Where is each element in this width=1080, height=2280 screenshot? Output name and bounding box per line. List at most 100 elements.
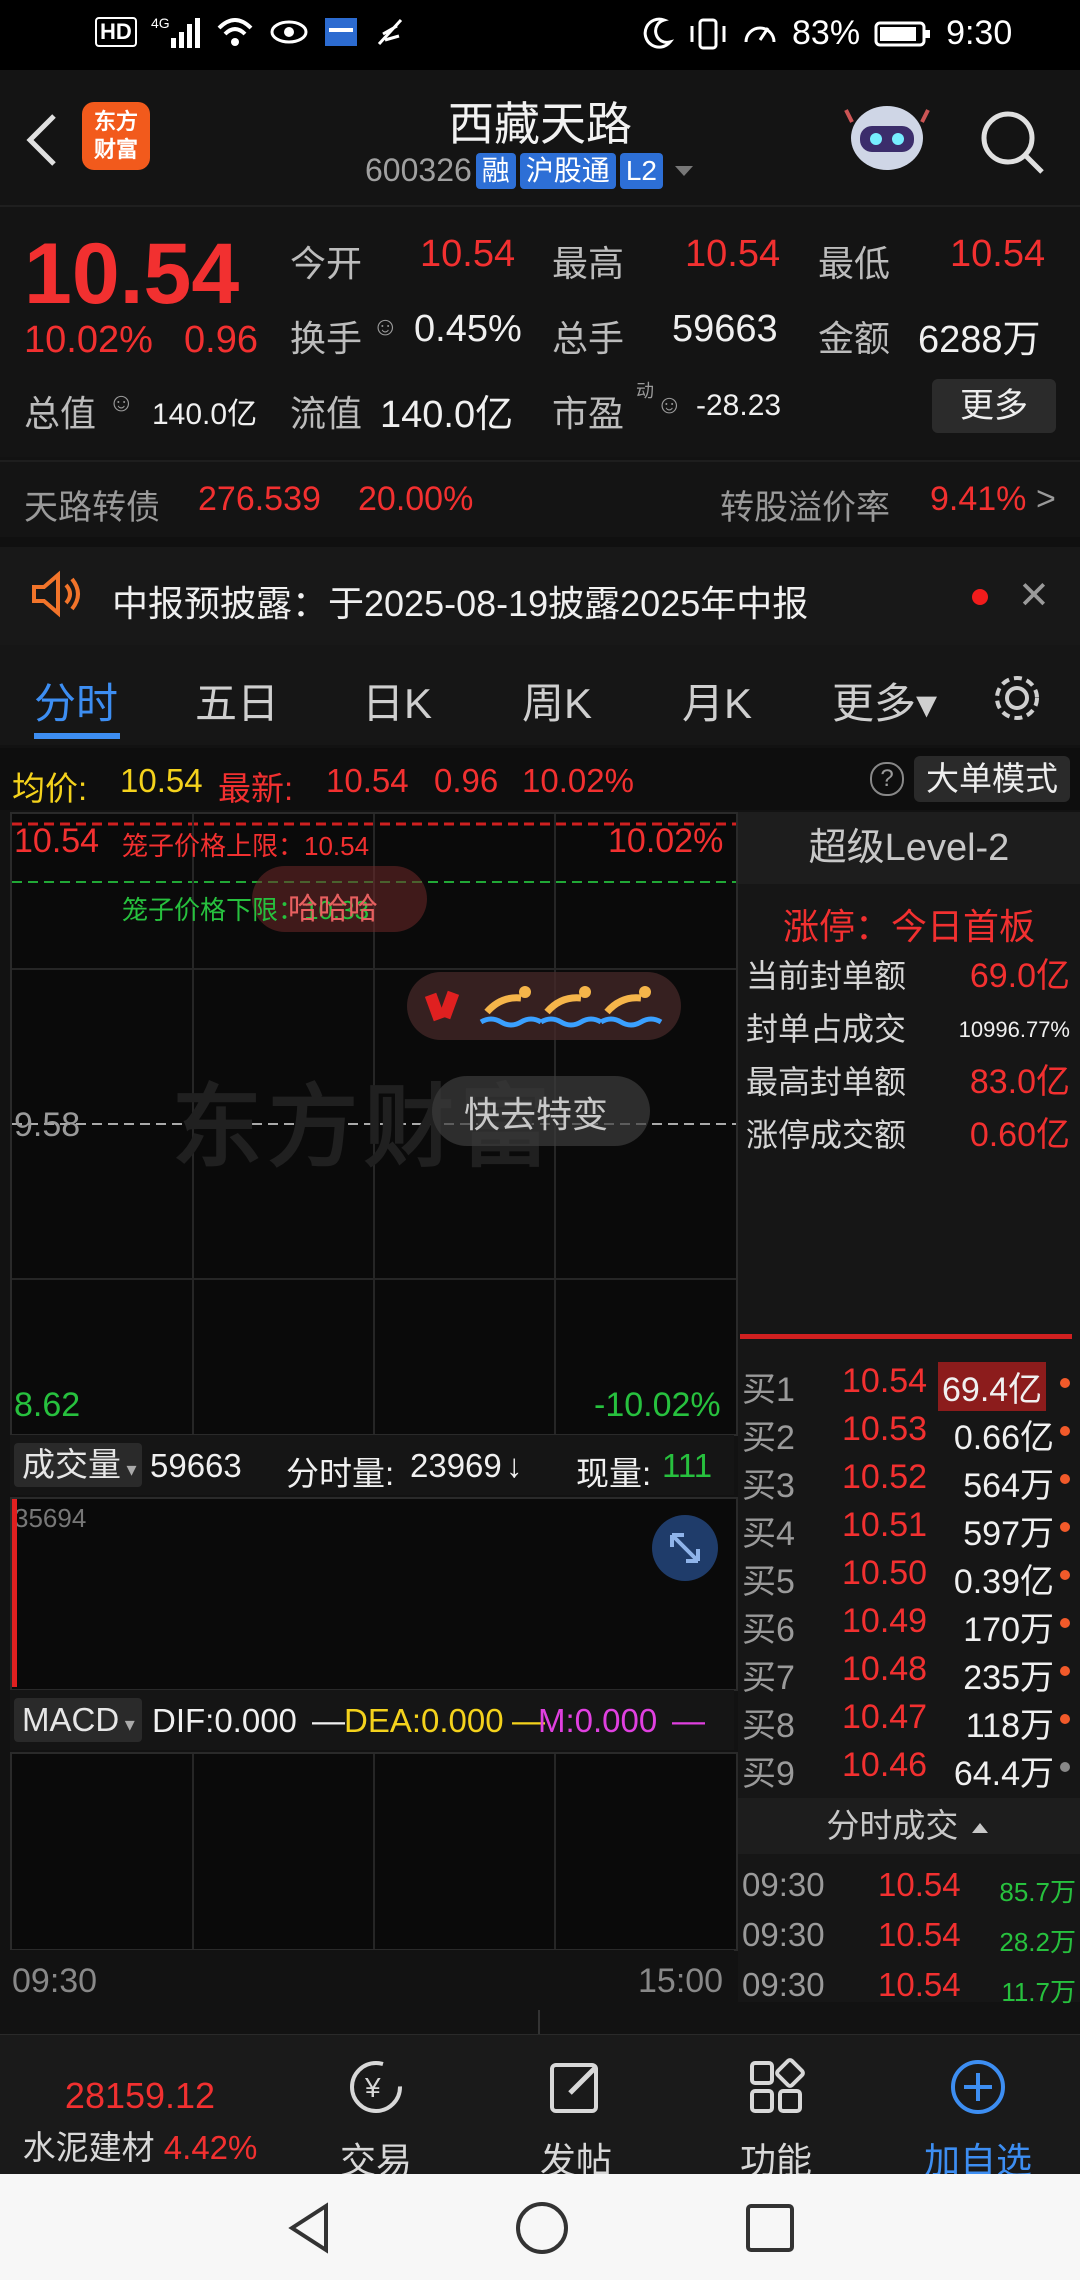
back-triangle-icon[interactable] bbox=[282, 2198, 338, 2258]
volume-total: 59663 bbox=[150, 1447, 242, 1484]
avg-label: 均价: bbox=[12, 770, 88, 807]
sector-index-item[interactable]: 28159.12 水泥建材 4.42% bbox=[0, 2035, 280, 2175]
strip-divider bbox=[538, 2010, 540, 2034]
firecracker-swimmer-emoji bbox=[424, 986, 663, 1028]
notice-banner[interactable]: 中报预披露：于2025-08-19披露2025年中报 ✕ bbox=[0, 537, 1080, 654]
intraday-chart[interactable]: 东方财富 10.54 笼子价格上限：10.54 10.02% 笼子价格下限：10… bbox=[10, 812, 738, 1436]
tab-five-day[interactable]: 五日 bbox=[195, 670, 279, 731]
bid-row: 买3 10.52 564万 bbox=[738, 1454, 1080, 1505]
change-percent: 10.02% bbox=[24, 319, 153, 361]
home-circle-icon[interactable] bbox=[512, 2198, 572, 2258]
latest-change: 0.96 bbox=[434, 762, 499, 799]
sector-pct: 4.42% bbox=[163, 2129, 258, 2166]
tick-row: 09:30 10.54 28.2万 bbox=[742, 1916, 1076, 1957]
tick-row: 09:30 10.54 85.7万 bbox=[742, 1866, 1076, 1907]
quote-panel: 10.54 10.02% 0.96 今开 10.54 最高 10.54 最低 1… bbox=[0, 207, 1080, 457]
tab-intraday[interactable]: 分时 bbox=[34, 670, 118, 731]
status-bar: HD 4G 83% 9:30 bbox=[0, 0, 1080, 70]
svg-text:¥: ¥ bbox=[364, 2072, 381, 2103]
limit-stats: 当前封单额 封单占成交 最高封单额 涨停成交额 bbox=[746, 950, 906, 1162]
robot-assistant-icon[interactable] bbox=[842, 98, 932, 182]
stock-code: 600326 bbox=[365, 152, 472, 188]
caret-up-icon bbox=[971, 1823, 988, 1833]
y-top-pct: 10.02% bbox=[608, 822, 724, 860]
open-label: 今开 bbox=[290, 243, 363, 284]
bond-pct: 20.00% bbox=[358, 480, 474, 518]
tick-trades-header[interactable]: 分时成交 bbox=[738, 1798, 1080, 1854]
info-icon[interactable]: ☺ bbox=[372, 311, 399, 342]
y-top-price: 10.54 bbox=[14, 822, 100, 860]
stat-max-seal-value: 83.0亿 bbox=[969, 1063, 1070, 1101]
card-icon bbox=[324, 18, 357, 46]
nav-functions[interactable]: 功能 bbox=[676, 2035, 876, 2181]
bid-row: 买6 10.49 170万 bbox=[738, 1598, 1080, 1649]
hidden-quote-strip bbox=[0, 2010, 1080, 2034]
speaker-icon bbox=[32, 570, 80, 618]
stat-limit-amount-value: 0.60亿 bbox=[969, 1116, 1070, 1154]
dif-line-mark: — bbox=[312, 1702, 345, 1739]
tab-active-indicator bbox=[34, 733, 120, 739]
high-value: 10.54 bbox=[685, 233, 781, 275]
system-navigation-bar bbox=[0, 2174, 1080, 2280]
tab-weekly-k[interactable]: 周K bbox=[522, 670, 592, 731]
turnover-label: 换手 bbox=[290, 318, 363, 359]
high-label: 最高 bbox=[552, 243, 625, 284]
float-value: 140.0亿 bbox=[380, 394, 514, 436]
macd-chart[interactable] bbox=[10, 1752, 738, 1951]
feather-icon bbox=[377, 18, 402, 46]
notice-text: 中报预披露：于2025-08-19披露2025年中报 bbox=[112, 583, 809, 624]
volume-chart[interactable]: 35694 bbox=[10, 1497, 738, 1691]
bid-row: 买8 10.47 118万 bbox=[738, 1694, 1080, 1745]
bottom-navigation: 28159.12 水泥建材 4.42% ¥ 交易 发帖 功能 加自选 bbox=[0, 2034, 1080, 2181]
tick-trades-title: 分时成交 bbox=[826, 1807, 959, 1844]
macd-bar: MACD ▾ DIF:0.000 — DEA:0.000 — M:0.000 — bbox=[10, 1690, 734, 1750]
nav-trade[interactable]: ¥ 交易 bbox=[276, 2035, 476, 2181]
indicator-selector-volume[interactable]: 成交量 ▾ bbox=[14, 1443, 142, 1487]
speed-icon bbox=[744, 26, 776, 42]
hd-icon: HD bbox=[95, 17, 137, 47]
unread-dot bbox=[972, 589, 988, 605]
tab-monthly-k[interactable]: 月K bbox=[682, 670, 752, 731]
emoji-bubble bbox=[407, 972, 681, 1040]
eye-icon bbox=[270, 20, 308, 44]
now-volume-value: 111 bbox=[662, 1447, 713, 1484]
clock-time: 9:30 bbox=[946, 14, 1013, 52]
recents-square-icon[interactable] bbox=[742, 2198, 798, 2258]
status-icons-right: 83% 9:30 bbox=[640, 14, 1012, 53]
indicator-selector-macd[interactable]: MACD ▾ bbox=[14, 1698, 142, 1742]
latest-pct: 10.02% bbox=[522, 762, 634, 799]
down-arrow-icon: ↓ bbox=[506, 1447, 523, 1484]
info-icon[interactable]: ☺ bbox=[108, 387, 135, 418]
low-label: 最低 bbox=[818, 243, 891, 284]
nav-add-watchlist[interactable]: 加自选 bbox=[878, 2035, 1078, 2181]
pe-value: -28.23 bbox=[696, 389, 782, 422]
macd-dea: DEA:0.000 bbox=[344, 1702, 504, 1739]
current-price: 10.54 bbox=[24, 226, 240, 322]
macd-selector-label: MACD bbox=[22, 1701, 120, 1738]
period-tabs: 分时 五日 日K 周K 月K 更多▾ bbox=[0, 645, 1080, 745]
turnover-value: 0.45% bbox=[414, 308, 522, 350]
nav-post[interactable]: 发帖 bbox=[476, 2035, 676, 2181]
gear-icon[interactable] bbox=[990, 671, 1044, 725]
search-icon[interactable] bbox=[978, 108, 1048, 178]
level2-title[interactable]: 超级Level-2 bbox=[738, 812, 1080, 884]
wifi-icon bbox=[217, 18, 253, 46]
info-icon[interactable]: ☺ bbox=[656, 389, 683, 420]
close-icon[interactable]: ✕ bbox=[1018, 573, 1050, 618]
convertible-bond-row[interactable]: 天路转债 276.539 20.00% 转股溢价率 9.41% > bbox=[0, 460, 1080, 537]
stat-seal-ratio-value: 10996.77% bbox=[958, 1017, 1070, 1042]
expand-button[interactable] bbox=[652, 1515, 718, 1581]
stat-current-seal-label: 当前封单额 bbox=[746, 958, 907, 994]
svg-text:4G: 4G bbox=[151, 15, 170, 31]
battery-icon bbox=[874, 21, 931, 46]
tab-daily-k[interactable]: 日K bbox=[362, 670, 432, 731]
tab-more[interactable]: 更多▾ bbox=[832, 670, 937, 731]
more-button[interactable]: 更多 bbox=[932, 379, 1056, 433]
stock-code-row[interactable]: 600326 融 沪股通 L2 bbox=[365, 152, 699, 189]
help-icon[interactable]: ? bbox=[870, 762, 904, 796]
big-order-mode-button[interactable]: 大单模式 bbox=[914, 756, 1070, 802]
yen-circle-icon: ¥ bbox=[350, 2061, 402, 2113]
volume-selector-label: 成交量 bbox=[22, 1446, 121, 1483]
float-label: 流值 bbox=[290, 393, 363, 434]
stat-current-seal-value: 69.0亿 bbox=[969, 957, 1070, 995]
